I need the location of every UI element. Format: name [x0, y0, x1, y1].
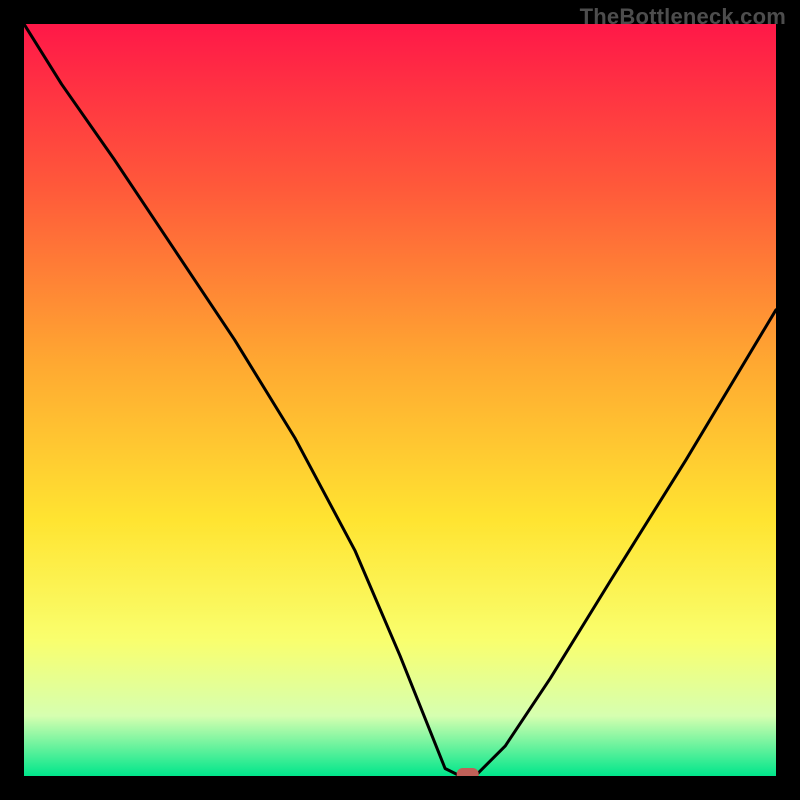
- chart-frame: TheBottleneck.com: [0, 0, 800, 800]
- current-point-marker: [457, 768, 479, 776]
- gradient-background: [24, 24, 776, 776]
- plot-area: [24, 24, 776, 776]
- chart-svg: [24, 24, 776, 776]
- watermark-text: TheBottleneck.com: [580, 4, 786, 30]
